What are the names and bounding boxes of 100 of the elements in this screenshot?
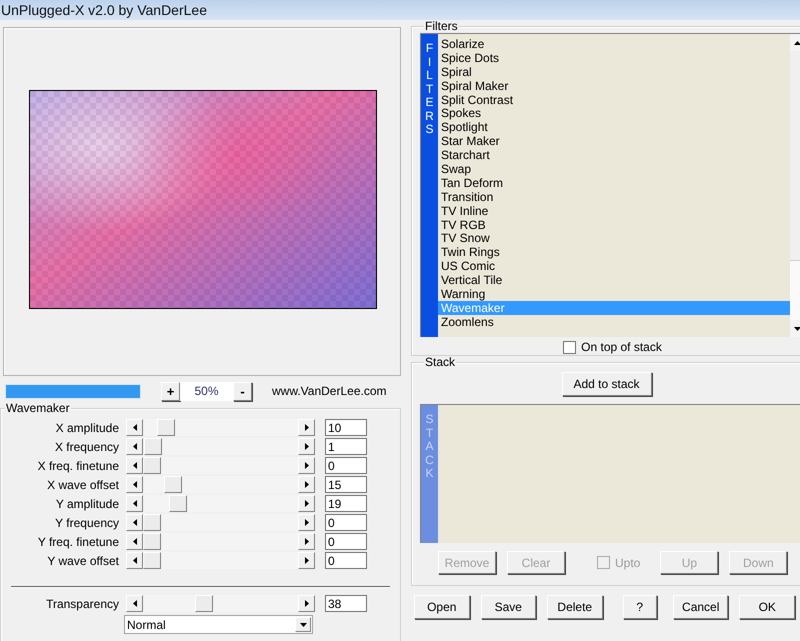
dialog-button[interactable]: ?: [622, 595, 657, 619]
list-item[interactable]: Vertical Tile: [438, 273, 790, 288]
left-arrow-button[interactable]: [126, 514, 143, 531]
value-field[interactable]: 0: [325, 514, 367, 531]
list-item[interactable]: Warning: [438, 287, 790, 301]
slider-label: Y frequency: [54, 516, 119, 530]
left-arrow-button[interactable]: [126, 419, 143, 436]
group-title: Stack: [424, 356, 456, 368]
list-item[interactable]: Zoomlens: [438, 314, 790, 329]
slider-thumb[interactable]: [156, 419, 175, 436]
list-item[interactable]: TV Inline: [438, 204, 790, 218]
list-item[interactable]: Transition: [438, 190, 790, 204]
slider-thumb[interactable]: [144, 438, 162, 455]
blend-mode-dropdown[interactable]: Normal: [124, 615, 313, 634]
right-arrow-icon: [304, 462, 308, 469]
right-arrow-button[interactable]: [298, 457, 315, 474]
group-title: Filters: [424, 20, 459, 32]
right-arrow-icon: [304, 443, 308, 450]
right-arrow-icon: [304, 538, 308, 545]
right-arrow-button[interactable]: [298, 476, 315, 493]
left-arrow-button[interactable]: [126, 595, 143, 612]
right-arrow-button[interactable]: [298, 514, 315, 531]
list-item[interactable]: Starchart: [438, 148, 790, 162]
zoom-out-button[interactable]: -: [233, 382, 252, 400]
slider-label: X freq. finetune: [36, 458, 119, 472]
right-arrow-button[interactable]: [298, 438, 315, 455]
value-field[interactable]: 15: [325, 476, 367, 493]
left-arrow-icon: [132, 557, 136, 564]
left-arrow-icon: [132, 519, 136, 526]
value-field[interactable]: 19: [325, 495, 367, 512]
dialog-button[interactable]: Delete: [547, 595, 602, 619]
checkbox-label: Upto: [615, 556, 640, 570]
list-item[interactable]: Spokes: [438, 106, 790, 120]
list-item[interactable]: TV RGB: [438, 218, 790, 232]
window-title: UnPlugged-X v2.0 by VanDerLee: [1, 2, 207, 18]
list-item[interactable]: Tan Deform: [438, 176, 790, 190]
left-arrow-button[interactable]: [126, 552, 143, 569]
left-arrow-icon: [132, 600, 136, 607]
slider-thumb[interactable]: [169, 495, 188, 512]
list-item[interactable]: Spice Dots: [438, 50, 790, 65]
list-item[interactable]: Spiral: [438, 64, 790, 79]
value-field[interactable]: 0: [325, 552, 367, 569]
left-arrow-button[interactable]: [126, 533, 143, 550]
list-item[interactable]: TV Snow: [438, 231, 790, 246]
value-field[interactable]: 0: [325, 533, 367, 550]
zoom-in-button[interactable]: +: [161, 382, 180, 400]
dropdown-arrow-icon: [300, 622, 306, 626]
slider-thumb[interactable]: [143, 457, 161, 474]
up-arrow-icon: [794, 40, 800, 44]
slider-thumb[interactable]: [143, 533, 161, 550]
slider-thumb[interactable]: [143, 552, 161, 569]
left-arrow-button[interactable]: [126, 438, 143, 455]
list-item[interactable]: US Comic: [438, 259, 790, 274]
group-title: Wavemaker: [5, 402, 71, 414]
list-item[interactable]: Spotlight: [438, 120, 790, 134]
slider-label: Y wave offset: [46, 554, 119, 568]
value-field[interactable]: 0: [325, 457, 367, 474]
list-item[interactable]: Twin Rings: [438, 245, 790, 260]
right-arrow-button[interactable]: [298, 595, 315, 612]
right-arrow-icon: [304, 519, 308, 526]
dialog-button[interactable]: Save: [480, 595, 536, 619]
dialog-button[interactable]: Cancel: [672, 595, 728, 619]
list-item[interactable]: Solarize: [438, 37, 790, 51]
right-arrow-icon: [304, 481, 308, 488]
website-link[interactable]: www.VanDerLee.com: [272, 384, 386, 398]
list-item[interactable]: Spiral Maker: [438, 78, 790, 93]
value-field[interactable]: 38: [325, 595, 367, 612]
slider-label: Transparency: [45, 596, 119, 610]
list-item[interactable]: Swap: [438, 162, 790, 176]
checkbox[interactable]: [563, 340, 576, 354]
left-arrow-icon: [132, 481, 136, 488]
left-arrow-icon: [132, 500, 136, 507]
value-field[interactable]: 10: [325, 419, 367, 436]
left-arrow-button[interactable]: [126, 495, 143, 512]
add-to-stack-button[interactable]: Add to stack: [562, 372, 652, 396]
slider-label: Y freq. finetune: [36, 534, 119, 548]
slider-thumb[interactable]: [143, 514, 161, 531]
slider-label: X wave offset: [46, 478, 119, 492]
dialog-button[interactable]: Open: [414, 595, 470, 619]
slider-thumb[interactable]: [164, 476, 182, 493]
list-item[interactable]: Split Contrast: [438, 92, 790, 106]
left-arrow-icon: [132, 462, 136, 469]
list-item[interactable]: Star Maker: [438, 134, 790, 148]
slider-label: Y amplitude: [54, 496, 119, 510]
slider-thumb[interactable]: [195, 595, 214, 612]
right-arrow-icon: [304, 500, 308, 507]
right-arrow-icon: [304, 424, 308, 431]
slider-label: X frequency: [54, 440, 119, 454]
left-arrow-icon: [132, 538, 136, 545]
value-field[interactable]: 1: [325, 438, 367, 455]
left-arrow-button[interactable]: [126, 457, 143, 474]
left-arrow-icon: [132, 443, 136, 450]
right-arrow-icon: [304, 557, 308, 564]
right-arrow-button[interactable]: [298, 533, 315, 550]
left-arrow-button[interactable]: [126, 476, 143, 493]
right-arrow-button[interactable]: [298, 552, 315, 569]
dialog-button[interactable]: OK: [739, 595, 795, 619]
right-arrow-button[interactable]: [298, 419, 315, 436]
right-arrow-button[interactable]: [298, 495, 315, 512]
checkbox-label: On top of stack: [581, 340, 662, 354]
